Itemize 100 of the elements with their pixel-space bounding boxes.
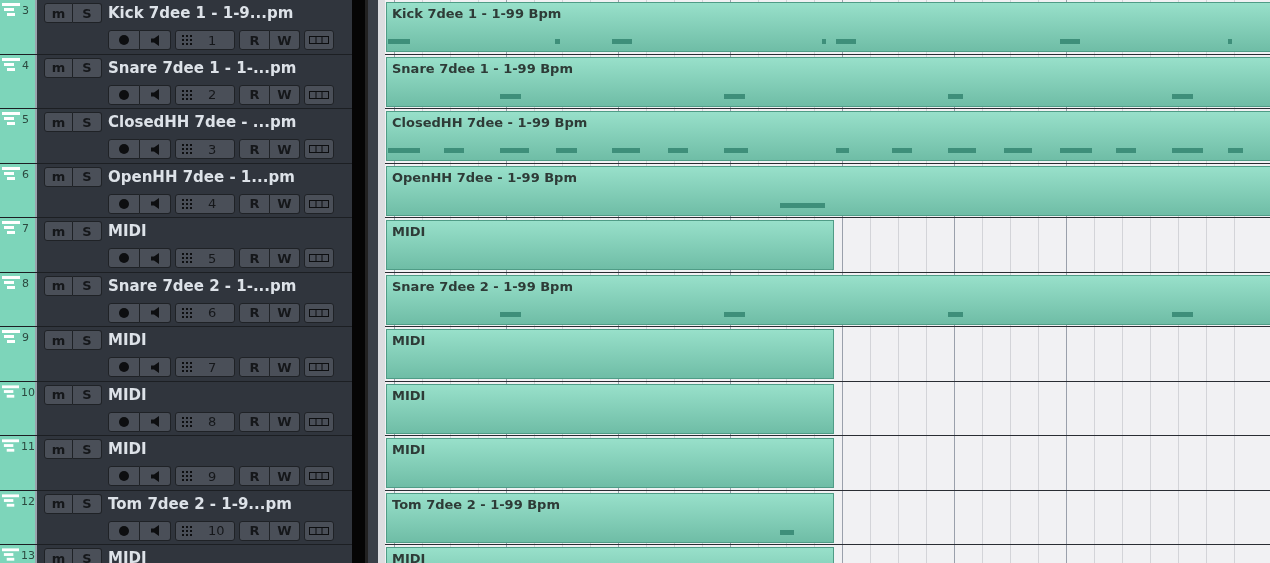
- read-button[interactable]: R: [239, 248, 270, 268]
- solo-button[interactable]: S: [73, 384, 102, 405]
- write-button[interactable]: W: [270, 411, 300, 432]
- read-button[interactable]: R: [239, 357, 270, 377]
- editor-button[interactable]: [304, 84, 334, 105]
- monitor-button[interactable]: [140, 30, 171, 50]
- editor-button[interactable]: [304, 411, 334, 432]
- write-button[interactable]: W: [270, 30, 300, 50]
- midi-clip[interactable]: Snare 7dee 1 - 1-99 Bpm: [386, 56, 1270, 107]
- record-button[interactable]: [108, 520, 140, 541]
- record-button[interactable]: [108, 84, 140, 105]
- record-button[interactable]: [108, 30, 140, 50]
- channel-selector[interactable]: 7: [175, 357, 235, 377]
- monitor-button[interactable]: [140, 357, 171, 377]
- write-button[interactable]: W: [270, 139, 300, 159]
- monitor-button[interactable]: [140, 302, 171, 323]
- monitor-button[interactable]: [140, 411, 171, 432]
- solo-button[interactable]: S: [73, 57, 102, 78]
- read-button[interactable]: R: [239, 193, 270, 214]
- write-button[interactable]: W: [270, 302, 300, 323]
- grid-icon: [182, 144, 192, 154]
- editor-button[interactable]: [304, 139, 334, 159]
- channel-selector[interactable]: 10: [175, 520, 235, 541]
- mute-button[interactable]: m: [44, 221, 73, 241]
- write-button[interactable]: W: [270, 84, 300, 105]
- record-button[interactable]: [108, 302, 140, 323]
- solo-button[interactable]: S: [73, 166, 102, 187]
- read-button[interactable]: R: [239, 139, 270, 159]
- solo-button[interactable]: S: [73, 3, 102, 23]
- mute-button[interactable]: m: [44, 493, 73, 514]
- editor-button[interactable]: [304, 302, 334, 323]
- write-button[interactable]: W: [270, 193, 300, 214]
- solo-button[interactable]: S: [73, 112, 102, 132]
- channel-selector[interactable]: 5: [175, 248, 235, 268]
- splitter-handle[interactable]: [365, 0, 385, 563]
- mute-button[interactable]: m: [44, 57, 73, 78]
- monitor-button[interactable]: [140, 193, 171, 214]
- editor-icon: [309, 36, 329, 44]
- solo-button[interactable]: S: [73, 275, 102, 296]
- channel-selector[interactable]: 2: [175, 84, 235, 105]
- read-button[interactable]: R: [239, 302, 270, 323]
- midi-clip[interactable]: MIDI: [386, 438, 834, 488]
- mute-button[interactable]: m: [44, 166, 73, 187]
- mute-button[interactable]: m: [44, 384, 73, 405]
- editor-button[interactable]: [304, 520, 334, 541]
- midi-clip[interactable]: MIDI: [386, 329, 834, 379]
- midi-clip[interactable]: Kick 7dee 1 - 1-99 Bpm: [386, 2, 1270, 52]
- channel-selector[interactable]: 8: [175, 411, 235, 432]
- mute-button[interactable]: m: [44, 3, 73, 23]
- track-number: 4: [22, 58, 29, 73]
- solo-button[interactable]: S: [73, 493, 102, 514]
- write-button[interactable]: W: [270, 248, 300, 268]
- mute-button[interactable]: m: [44, 330, 73, 350]
- editor-button[interactable]: [304, 30, 334, 50]
- midi-clip[interactable]: OpenHH 7dee - 1-99 Bpm: [386, 165, 1270, 216]
- read-button[interactable]: R: [239, 466, 270, 486]
- midi-clip[interactable]: Snare 7dee 2 - 1-99 Bpm: [386, 274, 1270, 325]
- midi-clip[interactable]: MIDI: [386, 383, 834, 434]
- read-button[interactable]: R: [239, 84, 270, 105]
- midi-clip[interactable]: Tom 7dee 2 - 1-99 Bpm: [386, 492, 834, 543]
- editor-button[interactable]: [304, 466, 334, 486]
- channel-selector[interactable]: 6: [175, 302, 235, 323]
- record-button[interactable]: [108, 193, 140, 214]
- record-button[interactable]: [108, 466, 140, 486]
- editor-button[interactable]: [304, 248, 334, 268]
- solo-button[interactable]: S: [73, 221, 102, 241]
- read-button[interactable]: R: [239, 520, 270, 541]
- midi-clip[interactable]: ClosedHH 7dee - 1-99 Bpm: [386, 111, 1270, 161]
- record-button[interactable]: [108, 248, 140, 268]
- monitor-button[interactable]: [140, 139, 171, 159]
- mute-button[interactable]: m: [44, 548, 73, 563]
- scrollbar-track[interactable]: [352, 0, 365, 563]
- editor-icon: [309, 417, 329, 426]
- channel-selector[interactable]: 1: [175, 30, 235, 50]
- channel-selector[interactable]: 9: [175, 466, 235, 486]
- monitor-button[interactable]: [140, 84, 171, 105]
- editor-button[interactable]: [304, 193, 334, 214]
- record-button[interactable]: [108, 139, 140, 159]
- record-button[interactable]: [108, 411, 140, 432]
- solo-button[interactable]: S: [73, 548, 102, 563]
- write-button[interactable]: W: [270, 520, 300, 541]
- midi-clip[interactable]: MIDI: [386, 220, 834, 270]
- solo-button[interactable]: S: [73, 330, 102, 350]
- channel-selector[interactable]: 3: [175, 139, 235, 159]
- record-button[interactable]: [108, 357, 140, 377]
- midi-clip[interactable]: MIDI: [386, 547, 834, 563]
- mute-button[interactable]: m: [44, 275, 73, 296]
- mute-button[interactable]: m: [44, 112, 73, 132]
- write-button[interactable]: W: [270, 357, 300, 377]
- solo-button[interactable]: S: [73, 439, 102, 459]
- monitor-button[interactable]: [140, 466, 171, 486]
- channel-selector[interactable]: 4: [175, 193, 235, 214]
- read-button[interactable]: R: [239, 411, 270, 432]
- record-icon: [119, 144, 129, 154]
- mute-button[interactable]: m: [44, 439, 73, 459]
- read-button[interactable]: R: [239, 30, 270, 50]
- monitor-button[interactable]: [140, 520, 171, 541]
- monitor-button[interactable]: [140, 248, 171, 268]
- editor-button[interactable]: [304, 357, 334, 377]
- write-button[interactable]: W: [270, 466, 300, 486]
